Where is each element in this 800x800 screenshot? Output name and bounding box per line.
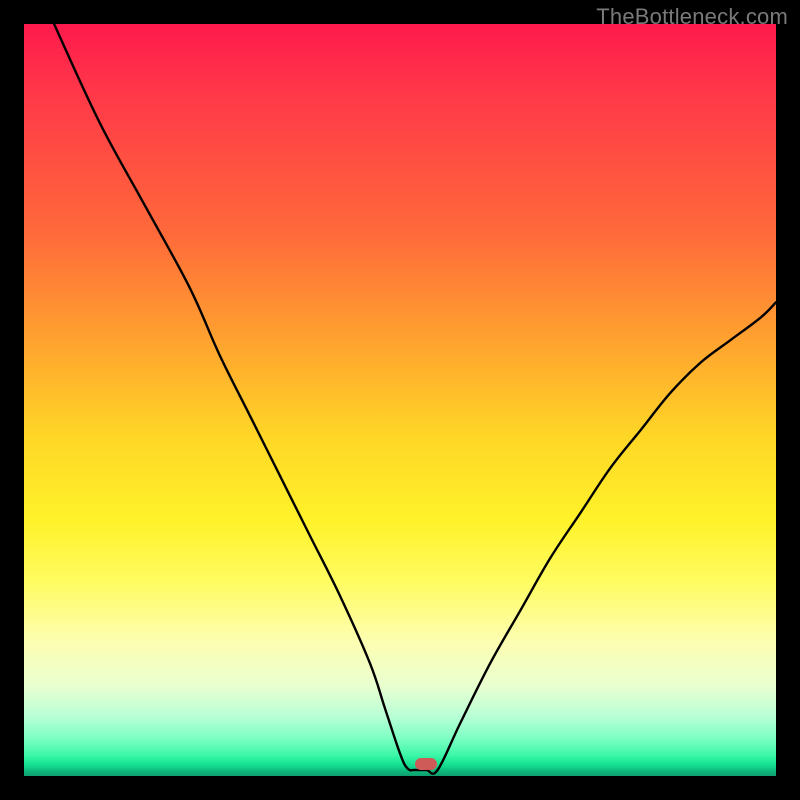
watermark-text: TheBottleneck.com: [596, 4, 788, 30]
plot-area: [24, 24, 776, 776]
minimum-marker: [415, 758, 437, 770]
curve-path: [54, 24, 776, 774]
chart-frame: TheBottleneck.com: [0, 0, 800, 800]
bottleneck-curve: [24, 24, 776, 776]
